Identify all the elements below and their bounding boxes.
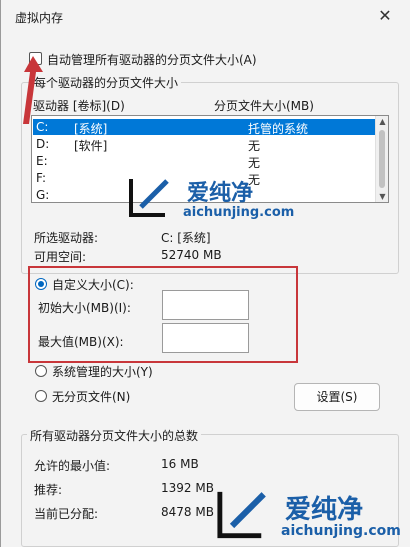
system-managed-label[interactable]: 系统管理的大小(Y) (52, 363, 153, 380)
list-item[interactable]: D: [软件] 无 (33, 136, 376, 153)
initial-size-label: 初始大小(MB)(I): (38, 301, 131, 315)
title-bar: 虚拟内存 ✕ (1, 0, 410, 32)
system-managed-radio[interactable] (35, 365, 47, 377)
currently-allocated-label: 当前已分配: (34, 507, 99, 521)
drive-page-size: 无 (248, 139, 261, 153)
recommended-label: 推荐: (34, 483, 63, 497)
drive-volume-label: [软件] (74, 139, 108, 153)
watermark-url: aichunjing.com (281, 523, 401, 539)
no-paging-file-radio[interactable] (35, 390, 47, 402)
set-button[interactable]: 设置(S) (294, 383, 380, 411)
free-space-label: 可用空间: (34, 250, 87, 264)
no-paging-file-label[interactable]: 无分页文件(N) (52, 388, 130, 405)
watermark-corner: 爱纯净 aichunjing.com (215, 487, 409, 545)
watermark-cn-text: 爱纯净 (285, 495, 364, 525)
custom-size-label[interactable]: 自定义大小(C): (52, 276, 134, 293)
list-item[interactable]: E: 无 (33, 153, 376, 170)
watermark-cn-text: 爱纯净 (187, 181, 254, 206)
selected-drive-label: 所选驱动器: (34, 231, 99, 245)
watermark-url: aichunjing.com (183, 205, 295, 220)
selected-drive-value: C: [系统] (161, 231, 211, 245)
drive-letter: D: (36, 137, 50, 151)
list-scrollbar[interactable]: ▲ ▼ (375, 116, 388, 202)
max-size-label: 最大值(MB)(X): (38, 335, 124, 349)
watermark-center: 爱纯净 aichunjing.com (127, 175, 307, 225)
drive-letter: G: (36, 188, 50, 202)
auto-manage-label[interactable]: 自动管理所有驱动器的分页文件大小(A) (47, 51, 257, 68)
virtual-memory-dialog: 俶 虚拟内存 ✕ 自动管理所有驱动器的分页文件大小(A) 每个驱动器的分页文件大… (0, 0, 410, 547)
currently-allocated-value: 8478 MB (161, 505, 214, 519)
recommended-value: 1392 MB (161, 481, 214, 495)
list-item[interactable]: C: [系统] 托管的系统 (33, 119, 376, 136)
min-allowed-label: 允许的最小值: (34, 459, 111, 473)
scroll-down-icon[interactable]: ▼ (378, 192, 387, 201)
custom-size-radio[interactable] (35, 278, 47, 290)
drive-letter: F: (36, 171, 47, 185)
scroll-up-icon[interactable]: ▲ (378, 117, 387, 126)
column-header-size: 分页文件大小(MB) (214, 99, 314, 113)
initial-size-input[interactable] (162, 290, 249, 320)
annotation-arrow (23, 56, 43, 124)
watermark-logo-icon (217, 491, 266, 539)
watermark-logo-icon (129, 179, 169, 217)
scroll-thumb[interactable] (379, 130, 385, 188)
window-title: 虚拟内存 (15, 11, 64, 25)
drive-page-size: 无 (248, 156, 261, 170)
drive-letter: E: (36, 154, 48, 168)
free-space-value: 52740 MB (161, 248, 222, 262)
totals-group-legend: 所有驱动器分页文件大小的总数 (27, 427, 202, 444)
max-size-input[interactable] (162, 323, 249, 353)
drive-volume-label: [系统] (74, 122, 108, 136)
drive-page-size: 托管的系统 (248, 122, 309, 136)
close-icon[interactable]: ✕ (375, 6, 395, 26)
min-allowed-value: 16 MB (161, 457, 199, 471)
